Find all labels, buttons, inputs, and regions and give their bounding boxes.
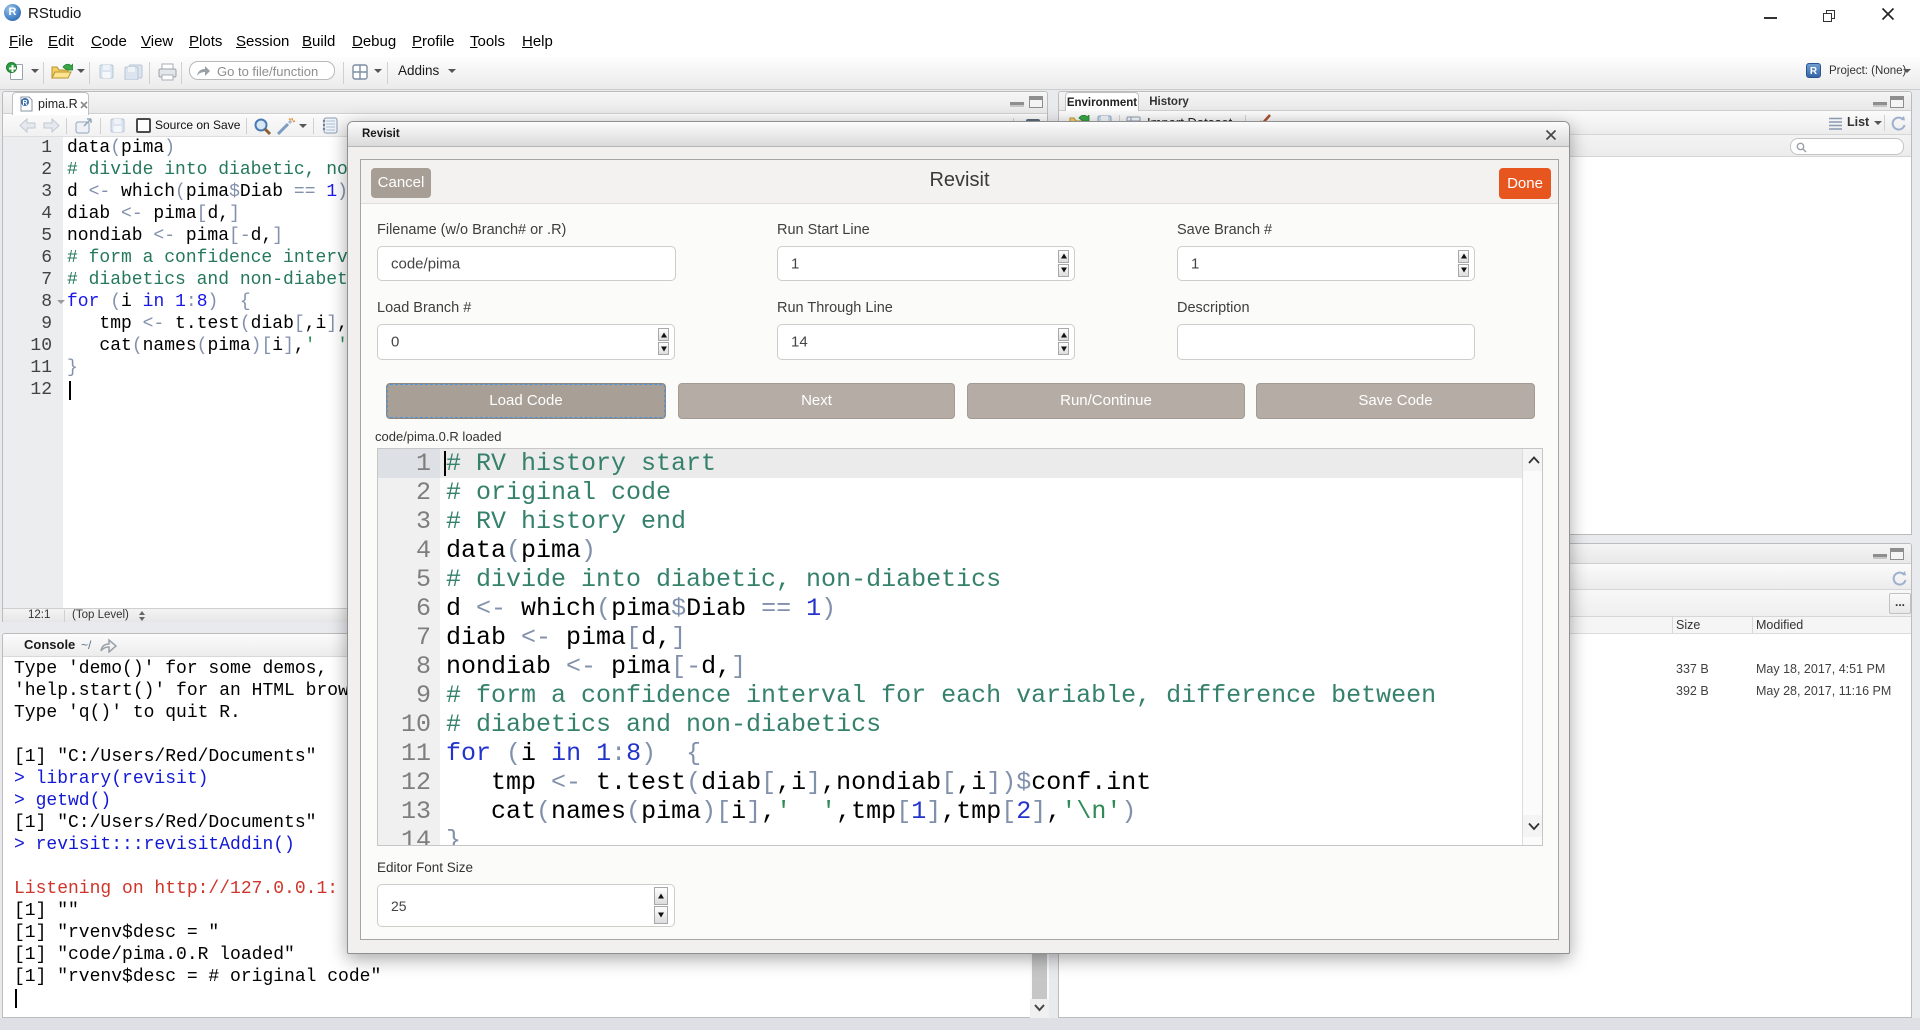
svg-text:R: R bbox=[22, 100, 27, 107]
